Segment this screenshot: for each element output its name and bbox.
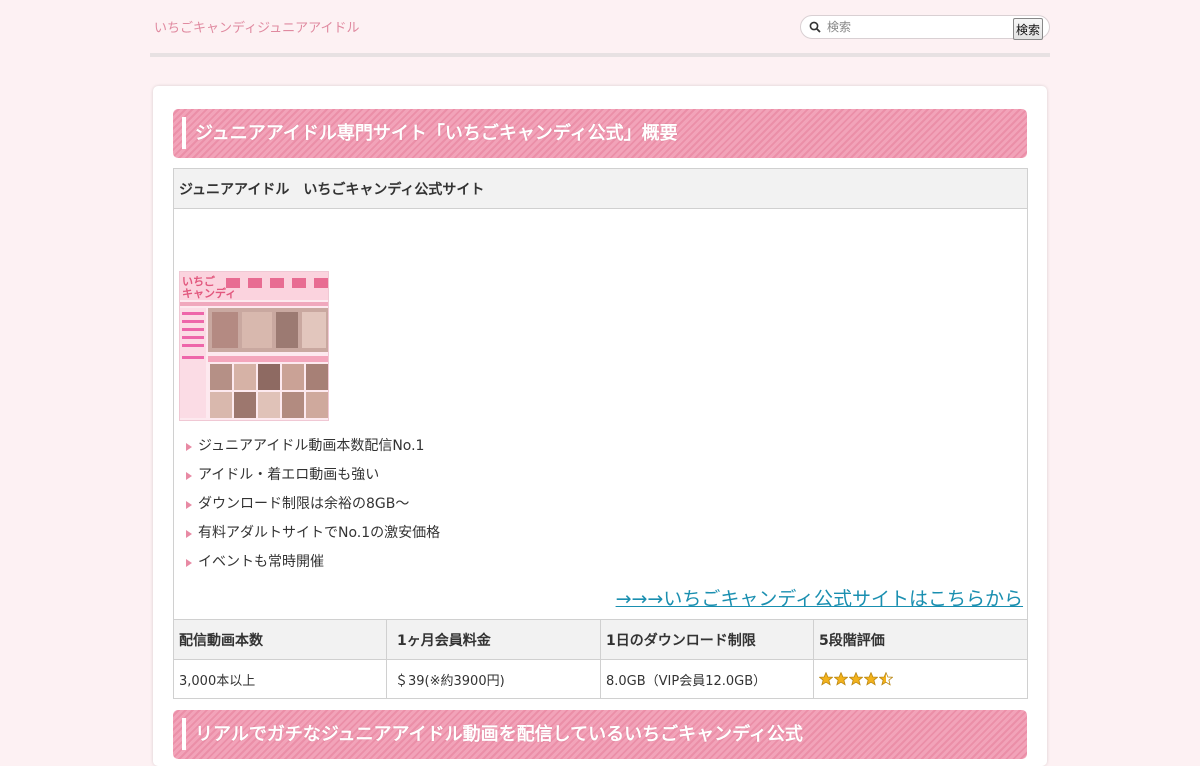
rating-stars <box>819 672 893 686</box>
svg-text:キャンディ: キャンディ <box>182 286 236 300</box>
star-icon <box>864 672 878 686</box>
spec-header-rating: 5段階評価 <box>812 619 1029 660</box>
section-heading-real: リアルでガチなジュニアアイドル動画を配信しているいちごキャンディ公式 <box>173 710 1027 759</box>
thumbnail-image: いちご キャンディ <box>180 272 328 420</box>
spec-value-videos: 3,000本以上 <box>173 659 387 699</box>
official-site-link[interactable]: →→→いちごキャンディ公式サイトはこちらから <box>616 584 1023 611</box>
star-icon <box>879 672 893 686</box>
list-item: 有料アダルトサイトでNo.1の激安価格 <box>184 519 440 548</box>
spec-value-price: ＄39(※約3900円) <box>386 659 601 699</box>
header-divider <box>150 53 1050 57</box>
section-heading-overview: ジュニアアイドル専門サイト「いちごキャンディ公式」概要 <box>173 109 1027 158</box>
spec-header-videos: 配信動画本数 <box>173 619 387 660</box>
star-icon <box>849 672 863 686</box>
list-item: イベントも常時開催 <box>184 548 440 577</box>
search-button[interactable]: 検索 <box>1013 18 1043 40</box>
spec-header-download: 1日のダウンロード制限 <box>600 619 814 660</box>
star-icon <box>819 672 833 686</box>
search-icon <box>809 21 821 33</box>
list-item: アイドル・着エロ動画も強い <box>184 461 440 490</box>
table-caption: ジュニアアイドル いちごキャンディ公式サイト <box>172 168 1029 209</box>
feature-list: ジュニアアイドル動画本数配信No.1 アイドル・着エロ動画も強い ダウンロード制… <box>184 432 440 577</box>
svg-text:いちご: いちご <box>182 274 216 288</box>
spec-value-download: 8.0GB（VIP会員12.0GB） <box>600 659 814 699</box>
list-item: ジュニアアイドル動画本数配信No.1 <box>184 432 440 461</box>
table-main-cell: いちご キャンディ ジュニアアイドル動画本数配信No.1 アイドル・着エロ動画も… <box>172 208 1029 620</box>
search-input[interactable] <box>827 19 1007 35</box>
site-title-link[interactable]: いちごキャンディジュニアアイドル <box>154 17 360 36</box>
spec-header-price: 1ヶ月会員料金 <box>386 619 601 660</box>
list-item: ダウンロード制限は余裕の8GB〜 <box>184 490 440 519</box>
content-card: ジュニアアイドル専門サイト「いちごキャンディ公式」概要 ジュニアアイドル いちご… <box>153 86 1047 766</box>
star-icon <box>834 672 848 686</box>
site-screenshot-thumbnail[interactable]: いちご キャンディ <box>179 271 329 421</box>
site-info-table: ジュニアアイドル いちごキャンディ公式サイト いちご キャンディ ジュニアアイド… <box>172 168 1029 699</box>
search-form: 検索 <box>800 15 1050 40</box>
spec-value-rating <box>812 659 1029 699</box>
